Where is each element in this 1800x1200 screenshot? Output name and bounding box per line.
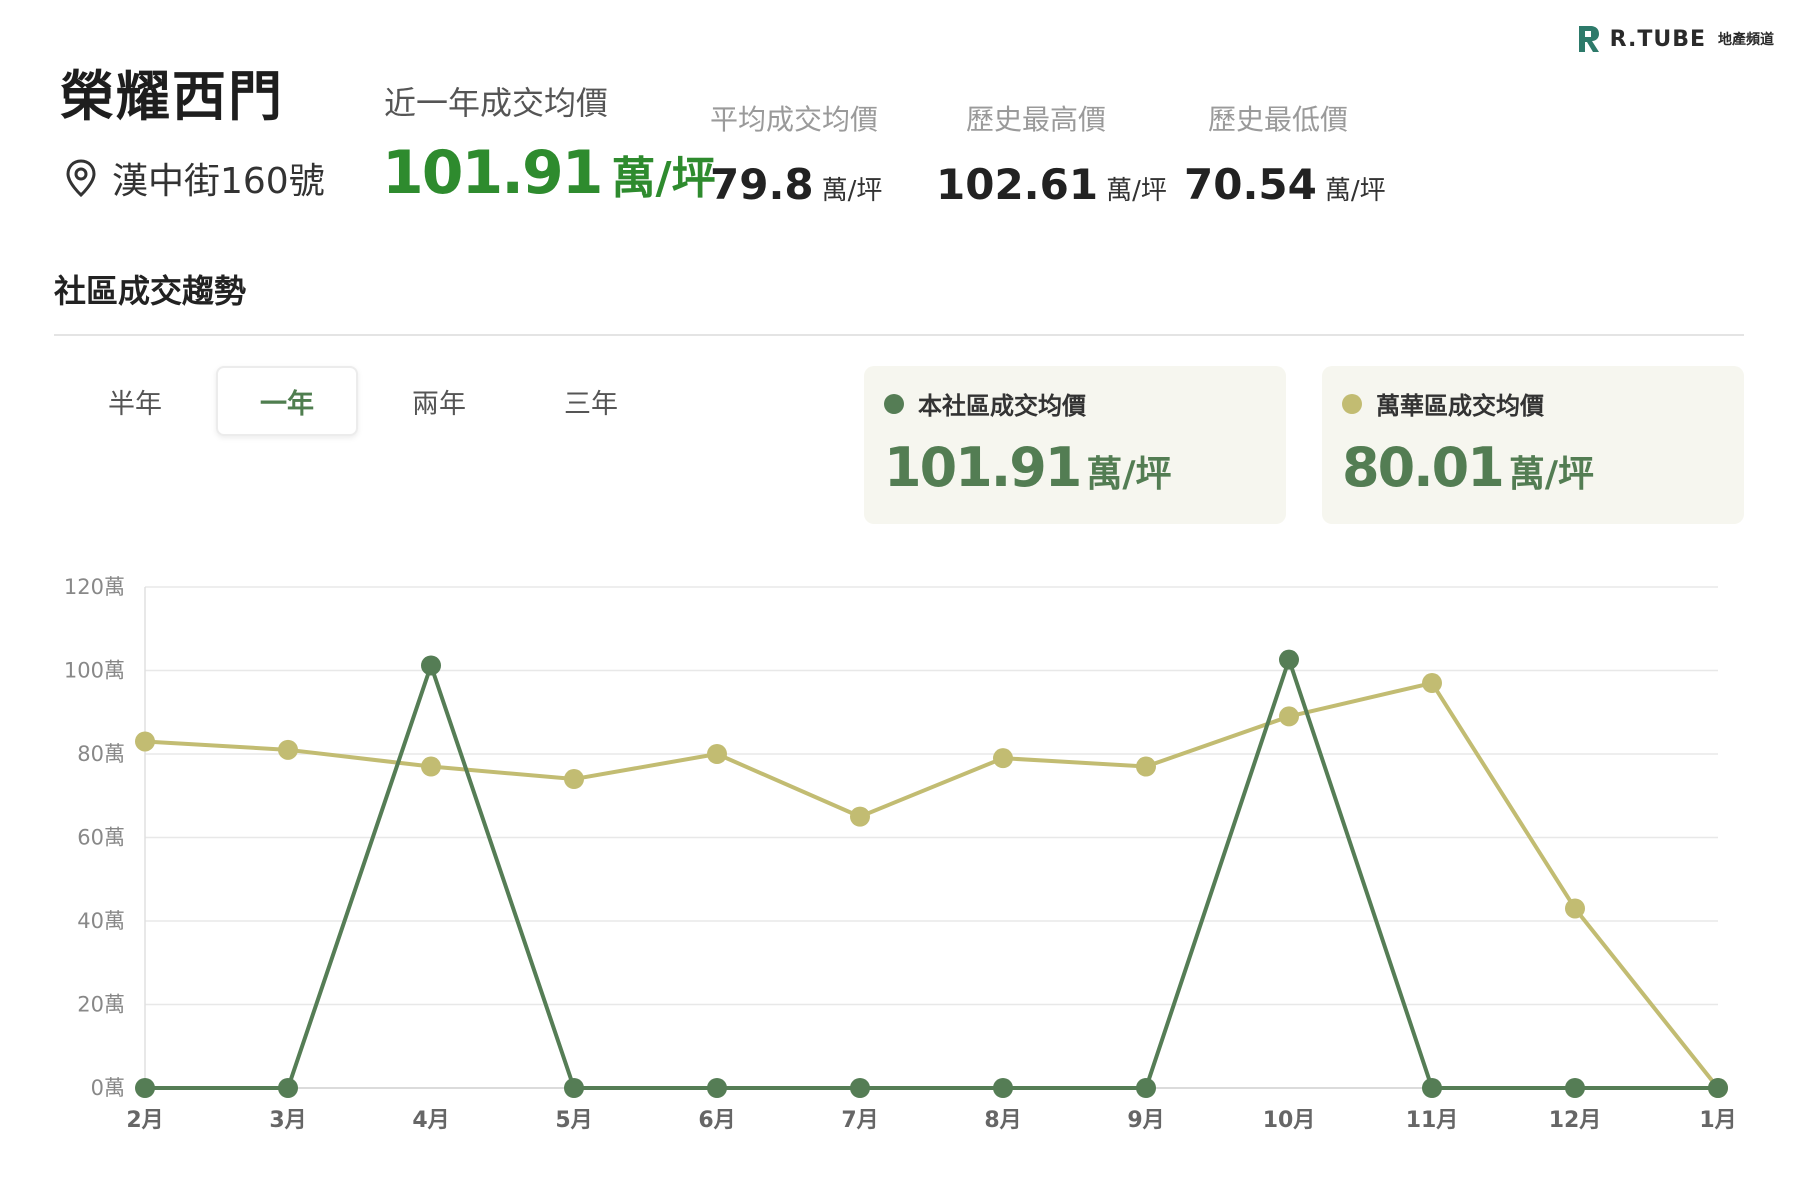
rtube-logo-icon <box>1578 26 1599 52</box>
legend-card-district-label: 萬華區成交均價 <box>1342 386 1544 421</box>
data-point <box>1565 898 1585 919</box>
legend-card-community: 本社區成交均價 101.91 萬/坪 <box>864 366 1286 524</box>
legend-community-number: 101.91 <box>884 436 1082 499</box>
stat-highest: 歷史最高價 102.61 萬/坪 <box>936 98 1167 209</box>
stat-average-number: 79.8 <box>710 160 814 209</box>
legend-dot-icon <box>1342 393 1362 414</box>
legend-district-unit: 萬/坪 <box>1508 454 1594 495</box>
legend-card-community-value: 101.91 萬/坪 <box>884 436 1172 499</box>
x-tick-label: 5月 <box>555 1108 592 1133</box>
location-pin-icon <box>66 159 96 198</box>
stat-average-value: 79.8 萬/坪 <box>710 160 882 209</box>
stat-highest-unit: 萬/坪 <box>1106 176 1167 206</box>
community-name: 榮耀西門 <box>60 65 284 128</box>
legend-card-district-value: 80.01 萬/坪 <box>1342 436 1594 499</box>
x-tick-label: 2月 <box>126 1108 163 1133</box>
data-point <box>278 739 298 760</box>
x-tick-label: 10月 <box>1263 1108 1316 1133</box>
legend-district-text: 萬華區成交均價 <box>1376 392 1544 420</box>
recent-price-unit: 萬/坪 <box>611 153 716 204</box>
y-tick-label: 40萬 <box>77 909 125 933</box>
data-point <box>993 1078 1013 1098</box>
stat-highest-value: 102.61 萬/坪 <box>936 160 1167 209</box>
stat-average: 平均成交均價 79.8 萬/坪 <box>710 98 882 209</box>
x-tick-label: 3月 <box>269 1108 306 1133</box>
address-text: 漢中街160號 <box>112 161 325 202</box>
tab-three-years[interactable]: 三年 <box>520 366 662 436</box>
tab-half-year[interactable]: 半年 <box>64 366 206 436</box>
x-tick-label: 6月 <box>698 1108 735 1133</box>
x-tick-label: 8月 <box>984 1108 1021 1133</box>
y-tick-label: 20萬 <box>77 993 125 1017</box>
stat-lowest-unit: 萬/坪 <box>1324 176 1386 206</box>
legend-card-district: 萬華區成交均價 80.01 萬/坪 <box>1322 366 1744 524</box>
legend-community-unit: 萬/坪 <box>1086 454 1172 495</box>
recent-price-value: 101.91 萬/坪 <box>382 138 716 208</box>
data-point <box>850 806 870 827</box>
stat-lowest-label: 歷史最低價 <box>1208 103 1349 136</box>
x-tick-label: 1月 <box>1699 1108 1736 1133</box>
legend-district-number: 80.01 <box>1342 436 1505 499</box>
tab-two-years[interactable]: 兩年 <box>368 366 510 436</box>
brand-logo: R.TUBE 地產頻道 <box>1576 24 1774 54</box>
data-point <box>850 1078 870 1098</box>
y-tick-label: 120萬 <box>64 575 125 599</box>
brand-subtitle: 地產頻道 <box>1718 32 1774 48</box>
y-tick-label: 0萬 <box>91 1076 125 1100</box>
data-point <box>278 1078 298 1098</box>
divider <box>54 334 1744 336</box>
stat-average-label: 平均成交均價 <box>710 103 879 136</box>
stat-highest-number: 102.61 <box>936 160 1099 209</box>
y-tick-label: 60萬 <box>77 826 125 850</box>
data-point <box>1136 756 1156 777</box>
stat-lowest-value: 70.54 萬/坪 <box>1184 160 1386 209</box>
data-point <box>421 655 441 676</box>
x-tick-label: 11月 <box>1406 1108 1459 1133</box>
data-point <box>135 1078 155 1098</box>
data-point <box>1422 673 1442 694</box>
recent-price-number: 101.91 <box>382 138 604 208</box>
data-point <box>1279 706 1299 727</box>
tab-one-year[interactable]: 一年 <box>216 366 358 436</box>
trend-chart: 0萬 20萬 40萬 60萬 80萬 100萬 120萬 2月 3月 4月 5月 6月 7月 8月 9月 10… <box>64 575 1737 1133</box>
series-line-1 <box>145 657 1718 1090</box>
community-address: 漢中街160號 <box>64 152 325 204</box>
range-tabs: 半年 一年 兩年 三年 <box>64 366 662 436</box>
data-point <box>421 756 441 777</box>
data-point <box>707 1078 727 1098</box>
stat-lowest: 歷史最低價 70.54 萬/坪 <box>1184 98 1386 209</box>
data-point <box>564 1078 584 1098</box>
legend-community-text: 本社區成交均價 <box>918 392 1086 420</box>
stat-highest-label: 歷史最高價 <box>966 103 1107 136</box>
data-point <box>1708 1078 1728 1098</box>
data-point <box>1422 1078 1442 1098</box>
legend-card-community-label: 本社區成交均價 <box>884 386 1086 421</box>
recent-price-label: 近一年成交均價 <box>384 84 609 122</box>
data-point <box>1565 1078 1585 1098</box>
x-tick-label: 9月 <box>1127 1108 1164 1133</box>
legend-dot-icon <box>884 393 904 414</box>
brand-name: R.TUBE <box>1609 26 1706 52</box>
x-tick-label: 7月 <box>841 1108 878 1133</box>
data-point <box>135 731 155 752</box>
section-title: 社區成交趨勢 <box>54 272 247 310</box>
data-point <box>707 744 727 764</box>
y-tick-label: 80萬 <box>77 742 125 766</box>
series-line-0 <box>144 681 1720 1090</box>
stat-lowest-number: 70.54 <box>1184 160 1317 209</box>
data-point <box>1136 1078 1156 1098</box>
y-tick-label: 100萬 <box>64 659 125 683</box>
data-point <box>1279 649 1299 670</box>
data-point <box>993 748 1013 769</box>
stat-average-unit: 萬/坪 <box>821 176 883 206</box>
x-tick-label: 4月 <box>412 1108 449 1133</box>
data-point <box>564 769 584 790</box>
x-tick-label: 12月 <box>1549 1108 1602 1133</box>
